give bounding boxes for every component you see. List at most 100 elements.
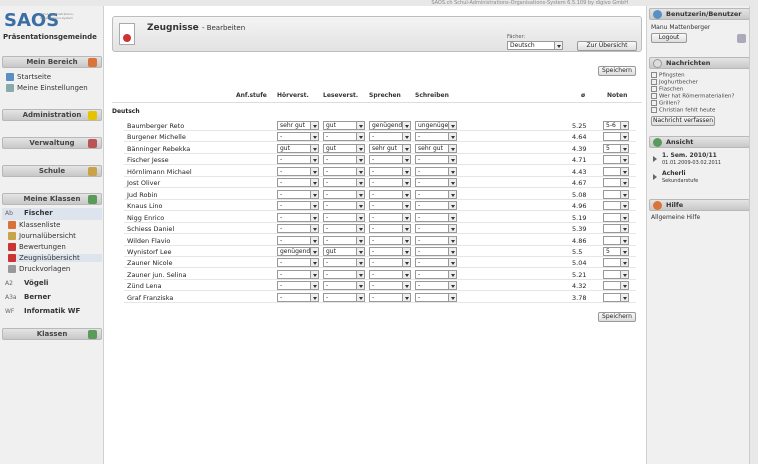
grade-select[interactable]: - — [369, 292, 411, 302]
grade-select[interactable]: gut — [323, 143, 365, 153]
note-select[interactable] — [603, 189, 629, 199]
class-row-fischer[interactable]: Ab Fischer — [2, 208, 102, 220]
note-select[interactable] — [603, 178, 629, 188]
zeugnis-link[interactable]: Zeugnisübersicht — [8, 254, 102, 262]
startseite-link[interactable]: Startseite — [6, 73, 51, 81]
grade-select[interactable]: - — [277, 292, 319, 302]
note-select[interactable] — [603, 201, 629, 211]
class-row-voegeli[interactable]: A2 Vögeli — [2, 278, 102, 290]
meine-klassen-header[interactable]: Meine Klassen — [2, 193, 102, 205]
write-message-button[interactable]: Nachricht verfassen — [651, 116, 715, 126]
grade-select[interactable]: - — [277, 269, 319, 279]
grade-select[interactable]: gut — [323, 246, 365, 256]
grade-select[interactable]: - — [323, 224, 365, 234]
grade-select[interactable]: - — [415, 166, 457, 176]
school-label[interactable]: Acherli — [662, 170, 686, 177]
grade-select[interactable]: - — [415, 224, 457, 234]
grade-select[interactable]: gut — [277, 143, 319, 153]
news-item[interactable]: Wer hat Römermaterialien? — [651, 93, 734, 100]
grade-select[interactable]: - — [369, 235, 411, 245]
note-select[interactable] — [603, 258, 629, 268]
grade-select[interactable]: sehr gut — [415, 143, 457, 153]
grade-select[interactable]: sehr gut — [369, 143, 411, 153]
class-row-informatik[interactable]: WF Informatik WF — [2, 306, 102, 318]
note-select[interactable]: 5 — [603, 143, 629, 153]
grade-select[interactable]: - — [415, 155, 457, 165]
grade-select[interactable]: - — [415, 281, 457, 291]
help-link[interactable]: Allgemeine Hilfe — [651, 214, 700, 221]
administration-header[interactable]: Administration — [2, 109, 102, 121]
druckvorlagen-link[interactable]: Druckvorlagen — [8, 265, 70, 273]
logout-button[interactable]: Logout — [651, 33, 687, 43]
grade-select[interactable]: - — [277, 201, 319, 211]
news-item[interactable]: Christian fehlt heute — [651, 107, 715, 114]
grade-select[interactable]: - — [415, 212, 457, 222]
grade-select[interactable]: - — [323, 292, 365, 302]
grade-select[interactable]: - — [415, 132, 457, 142]
bewertungen-link[interactable]: Bewertungen — [8, 243, 66, 251]
chevron-right-icon[interactable] — [653, 174, 657, 180]
grade-select[interactable]: - — [369, 201, 411, 211]
grade-select[interactable]: - — [415, 246, 457, 256]
grade-select[interactable]: genügend — [369, 121, 411, 130]
grade-select[interactable]: - — [369, 155, 411, 165]
verwaltung-header[interactable]: Verwaltung — [2, 137, 102, 149]
grade-select[interactable]: - — [415, 292, 457, 302]
grade-select[interactable]: - — [277, 132, 319, 142]
semester-label[interactable]: 1. Sem. 2010/11 — [662, 152, 717, 159]
save-button-bottom[interactable]: Speichern — [598, 312, 636, 322]
grade-select[interactable]: - — [415, 269, 457, 279]
grade-select[interactable]: - — [369, 132, 411, 142]
grade-select[interactable]: - — [277, 189, 319, 199]
note-select[interactable] — [603, 269, 629, 279]
note-select[interactable] — [603, 292, 629, 302]
grade-select[interactable]: - — [415, 235, 457, 245]
grade-select[interactable]: - — [415, 178, 457, 188]
grade-select[interactable]: - — [369, 269, 411, 279]
grade-select[interactable]: - — [369, 166, 411, 176]
grade-select[interactable]: - — [277, 155, 319, 165]
faecher-select[interactable]: Deutsch — [507, 41, 563, 50]
overview-button[interactable]: Zur Übersicht — [577, 41, 637, 51]
grade-select[interactable]: - — [369, 178, 411, 188]
scrollbar[interactable] — [749, 6, 758, 464]
grade-select[interactable]: - — [323, 201, 365, 211]
grade-select[interactable]: - — [323, 269, 365, 279]
grade-select[interactable]: - — [323, 235, 365, 245]
grade-select[interactable]: - — [277, 178, 319, 188]
note-select[interactable] — [603, 281, 629, 291]
grade-select[interactable]: - — [369, 189, 411, 199]
grade-select[interactable]: - — [277, 224, 319, 234]
news-item[interactable]: Joghurtbecher — [651, 79, 698, 86]
klassenliste-link[interactable]: Klassenliste — [8, 221, 60, 229]
note-select[interactable]: 5-6 — [603, 121, 629, 130]
grade-select[interactable]: - — [323, 281, 365, 291]
note-select[interactable] — [603, 132, 629, 142]
grade-select[interactable]: genügend — [277, 246, 319, 256]
grade-select[interactable]: - — [323, 212, 365, 222]
grade-select[interactable]: - — [323, 166, 365, 176]
grade-select[interactable]: - — [277, 258, 319, 268]
note-select[interactable]: 5 — [603, 246, 629, 256]
grade-select[interactable]: - — [415, 258, 457, 268]
class-row-berner[interactable]: A3a Berner — [2, 292, 102, 304]
grade-select[interactable]: - — [369, 246, 411, 256]
grade-select[interactable]: ungenügend — [415, 121, 457, 130]
schule-header[interactable]: Schule — [2, 165, 102, 177]
grade-select[interactable]: - — [369, 258, 411, 268]
grade-select[interactable]: - — [323, 155, 365, 165]
grade-select[interactable]: - — [277, 212, 319, 222]
grade-select[interactable]: - — [323, 132, 365, 142]
note-select[interactable] — [603, 235, 629, 245]
news-item[interactable]: Pfingsten — [651, 72, 685, 79]
save-button-top[interactable]: Speichern — [598, 66, 636, 76]
grade-select[interactable]: - — [415, 201, 457, 211]
note-select[interactable] — [603, 155, 629, 165]
grade-select[interactable]: - — [277, 235, 319, 245]
journal-link[interactable]: Journalübersicht — [8, 232, 76, 240]
klassen-header[interactable]: Klassen — [2, 328, 102, 340]
note-select[interactable] — [603, 212, 629, 222]
grade-select[interactable]: sehr gut — [277, 121, 319, 130]
note-select[interactable] — [603, 224, 629, 234]
mein-bereich-header[interactable]: Mein Bereich — [2, 56, 102, 68]
